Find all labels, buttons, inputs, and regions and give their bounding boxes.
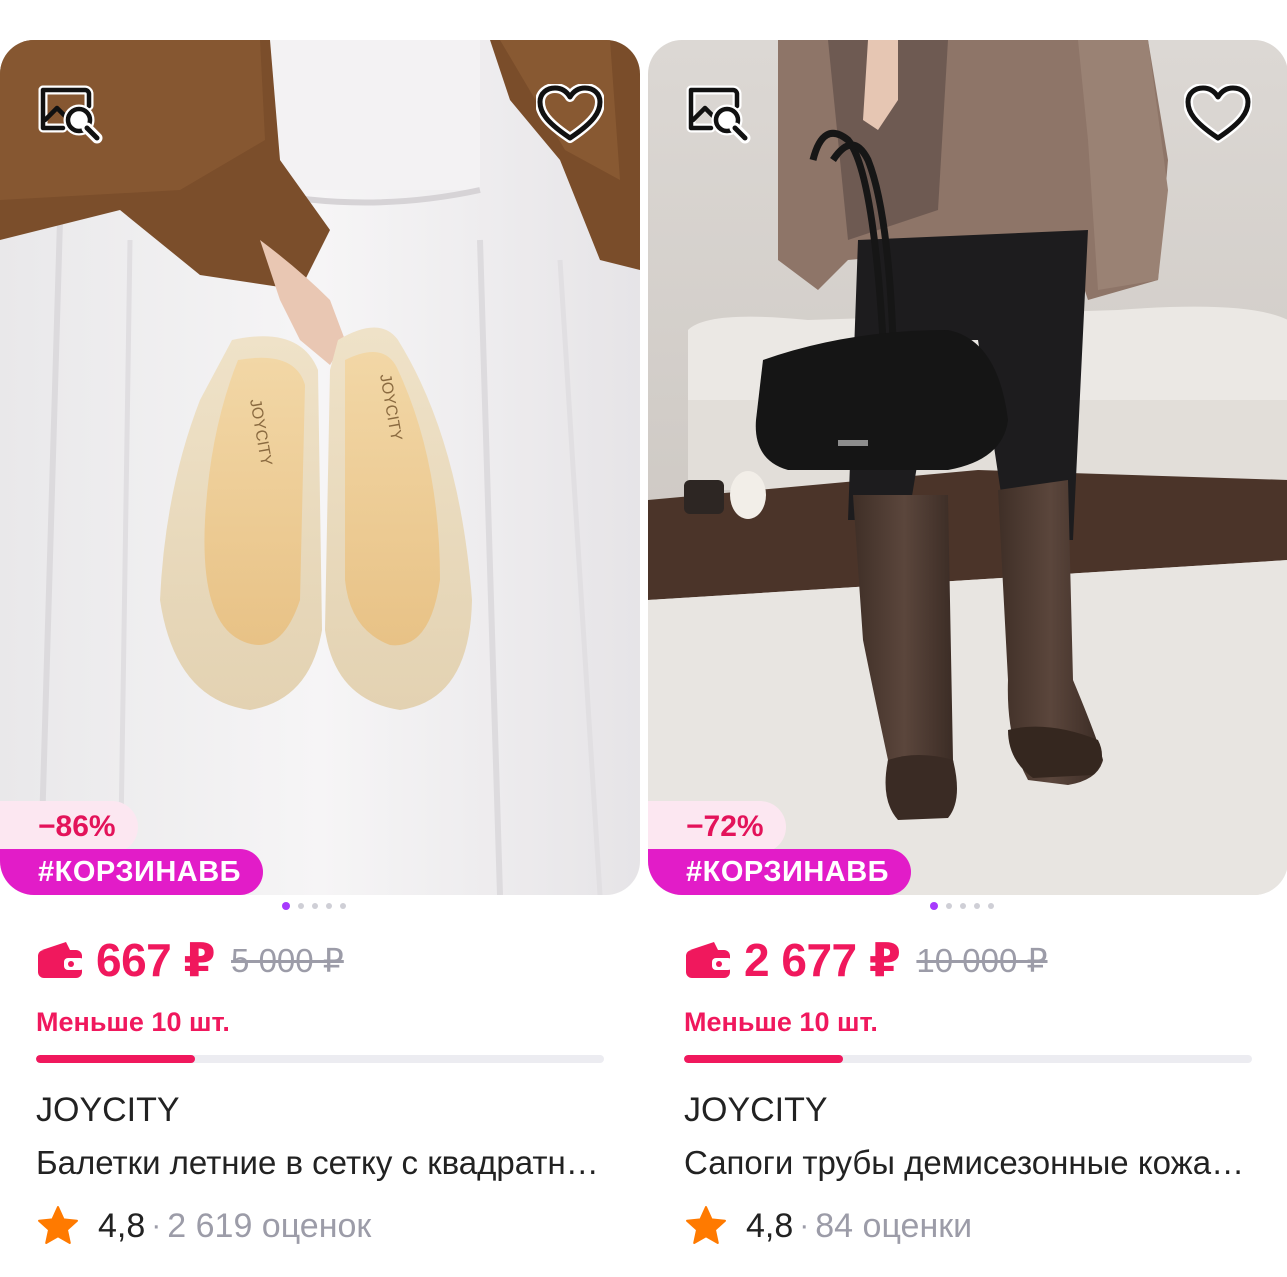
- pagination-dot: [960, 903, 966, 909]
- stock-label: Меньше 10 шт.: [684, 1007, 878, 1037]
- promo-tag: #КОРЗИНАВБ: [648, 849, 912, 895]
- rating-separator: ·: [799, 1209, 810, 1242]
- old-price: 10 000 ₽: [916, 941, 1048, 979]
- image-pagination: [930, 902, 994, 910]
- price-row: 2 677 ₽ 10 000 ₽: [684, 933, 1048, 987]
- find-similar-button[interactable]: [682, 78, 754, 150]
- find-similar-icon: [38, 85, 103, 144]
- pagination-dot: [946, 903, 952, 909]
- product-card[interactable]: −72% #КОРЗИНАВБ 2 677 ₽ 10 000 ₽ Меньше …: [648, 40, 1287, 1277]
- price-row: 667 ₽ 5 000 ₽: [36, 933, 344, 987]
- rating-row: 4,8 · 84 оценки: [684, 1204, 972, 1248]
- product-photo-boots: [648, 40, 1287, 895]
- promo-tag: #КОРЗИНАВБ: [0, 849, 264, 895]
- rating-separator: ·: [151, 1209, 162, 1242]
- product-brand[interactable]: JOYCITY: [36, 1091, 180, 1130]
- star-icon: [38, 1206, 78, 1244]
- stock-progress-fill: [684, 1055, 844, 1063]
- product-grid: JOYCITY JOYCITY −86% #КОРЗИНАВБ 667 ₽ 5 …: [0, 0, 1287, 1277]
- stock-progress-bar: [684, 1055, 1252, 1063]
- find-similar-button[interactable]: [34, 78, 106, 150]
- pagination-dot: [312, 903, 318, 909]
- pagination-dot-active: [930, 902, 938, 910]
- pagination-dot: [988, 903, 994, 909]
- wallet-icon: [38, 942, 84, 978]
- discount-badge: −86%: [0, 801, 138, 853]
- product-image[interactable]: −72% #КОРЗИНАВБ: [648, 40, 1287, 895]
- wallet-icon: [686, 942, 732, 978]
- heart-icon: [536, 84, 604, 143]
- find-similar-icon: [686, 85, 751, 144]
- star-icon: [686, 1206, 726, 1244]
- image-pagination: [282, 902, 346, 910]
- heart-icon: [1184, 84, 1252, 143]
- favorite-button[interactable]: [534, 78, 606, 150]
- stock-label: Меньше 10 шт.: [36, 1007, 230, 1037]
- current-price: 2 677 ₽: [744, 934, 901, 986]
- review-count[interactable]: 84 оценки: [815, 1207, 972, 1246]
- product-image[interactable]: JOYCITY JOYCITY −86% #КОРЗИНАВБ: [0, 40, 640, 895]
- pagination-dot: [974, 903, 980, 909]
- pagination-dot-active: [282, 902, 290, 910]
- product-title[interactable]: Сапоги трубы демисезонные кожаные: [684, 1144, 1254, 1182]
- current-price: 667 ₽: [96, 934, 216, 986]
- rating-row: 4,8 · 2 619 оценок: [36, 1204, 371, 1248]
- product-title[interactable]: Балетки летние в сетку с квадратным носо…: [36, 1144, 606, 1182]
- pagination-dot: [326, 903, 332, 909]
- product-photo-flats: JOYCITY JOYCITY: [0, 40, 640, 895]
- stock-progress-fill: [36, 1055, 196, 1063]
- old-price: 5 000 ₽: [231, 941, 344, 979]
- pagination-dot: [298, 903, 304, 909]
- product-brand[interactable]: JOYCITY: [684, 1091, 828, 1130]
- review-count[interactable]: 2 619 оценок: [167, 1207, 371, 1246]
- favorite-button[interactable]: [1182, 78, 1254, 150]
- rating-value: 4,8: [746, 1206, 794, 1245]
- pagination-dot: [340, 903, 346, 909]
- product-card[interactable]: JOYCITY JOYCITY −86% #КОРЗИНАВБ 667 ₽ 5 …: [0, 40, 640, 1277]
- discount-badge: −72%: [648, 801, 786, 853]
- stock-progress-bar: [36, 1055, 604, 1063]
- rating-value: 4,8: [98, 1206, 146, 1245]
